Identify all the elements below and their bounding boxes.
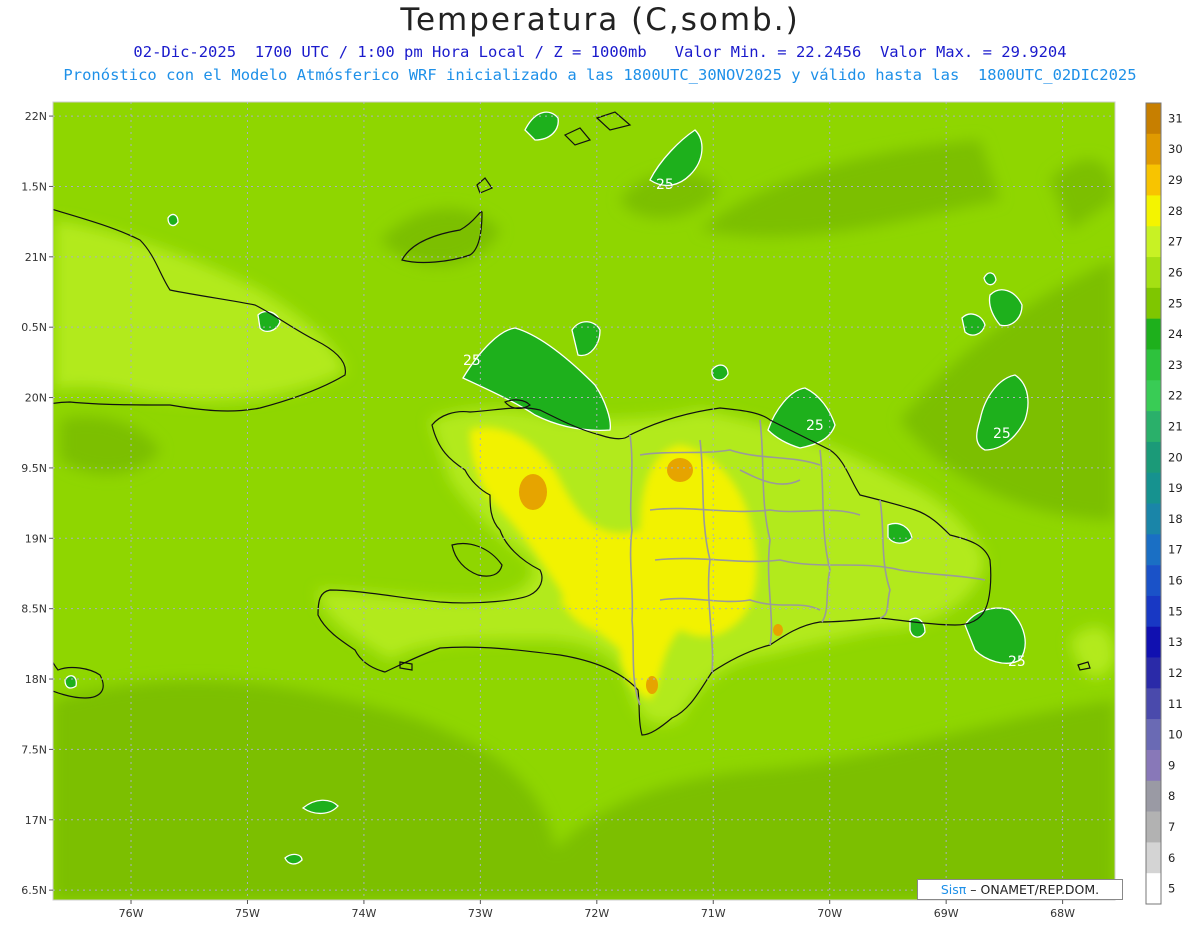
lat-tick-label: 6.5N [21,884,47,897]
colorbar-label: 18 [1168,512,1183,526]
temperature-field: 25 25 25 25 25 [53,102,1115,900]
lat-tick-label: 7.5N [21,743,47,756]
lon-tick-label: 75W [235,907,260,920]
colorbar-label: 8 [1168,789,1175,803]
colorbar-label: 13 [1168,635,1183,649]
lat-tick-label: 1.5N [21,180,47,193]
colorbar-swatch [1146,195,1161,227]
lon-tick-label: 70W [817,907,842,920]
lon-tick-label: 73W [468,907,493,920]
weather-map-figure: Temperatura (C,somb.) 02-Dic-2025 1700 U… [0,0,1200,927]
lon-tick-label: 71W [701,907,726,920]
colorbar-swatch [1146,873,1161,905]
colorbar-swatch [1146,318,1161,350]
lat-tick-label: 20N [25,392,47,405]
lon-tick-label: 69W [934,907,959,920]
colorbar-swatch [1146,226,1161,258]
lon-tick-label: 72W [584,907,609,920]
colorbar-swatch [1146,411,1161,443]
colorbar-swatch [1146,780,1161,812]
colorbar: 31 30 29 28 27 26 25 24 23 22 21 20 19 18 17 16 15 13 12 11… [1145,102,1183,905]
colorbar-label: 22 [1168,389,1183,403]
contour-label: 25 [806,418,824,434]
lat-tick-label: 8.5N [21,603,47,616]
longitude-axis: 76W 75W 74W 73W 72W 71W 70W 69W 68W [119,900,1075,920]
contour-label: 25 [1008,654,1026,670]
colorbar-swatch [1146,441,1161,473]
colorbar-swatch [1146,103,1161,135]
lat-tick-label: 21N [25,251,47,264]
colorbar-swatch [1146,503,1161,535]
lat-tick-label: 18N [25,673,47,686]
colorbar-swatch [1146,472,1161,504]
colorbar-label: 7 [1168,820,1175,834]
colorbar-label: 10 [1168,728,1183,742]
colorbar-label: 19 [1168,481,1183,495]
colorbar-label: 17 [1168,543,1183,557]
sispi-logo-text: Sisπ [940,882,967,897]
lon-tick-label: 76W [119,907,144,920]
lon-tick-label: 68W [1050,907,1075,920]
colorbar-label: 21 [1168,419,1183,433]
colorbar-swatch [1146,688,1161,720]
colorbar-swatch [1146,133,1161,165]
credit-text: – ONAMET/REP.DOM. [970,882,1100,897]
colorbar-label: 16 [1168,574,1183,588]
colorbar-swatch [1146,534,1161,566]
colorbar-label: 26 [1168,265,1183,279]
colorbar-swatch [1146,257,1161,289]
colorbar-swatch [1146,287,1161,319]
lat-tick-label: 17N [25,814,47,827]
colorbar-label: 31 [1168,111,1183,125]
colorbar-swatch [1146,657,1161,689]
colorbar-label: 11 [1168,697,1183,711]
lat-tick-label: 19N [25,532,47,545]
colorbar-swatch [1146,595,1161,628]
colorbar-label: 5 [1168,882,1175,896]
colorbar-label: 28 [1168,204,1183,218]
colorbar-label: 23 [1168,358,1183,372]
temperature-map: 25 25 25 25 25 76W 75W 74W 73W 72W 71W 70W 69W 6… [21,101,1183,920]
colorbar-swatch [1146,719,1161,751]
lat-tick-label: 0.5N [21,321,47,334]
colorbar-swatch [1146,842,1161,874]
contour-label: 25 [656,177,674,193]
lon-tick-label: 74W [351,907,376,920]
credit-box: Sisπ – ONAMET/REP.DOM. [917,879,1123,900]
colorbar-swatch [1146,565,1161,597]
colorbar-label: 25 [1168,296,1183,310]
colorbar-label: 29 [1168,173,1183,187]
colorbar-label: 20 [1168,450,1183,464]
colorbar-swatch [1146,380,1161,412]
colorbar-swatch [1146,749,1161,782]
colorbar-swatch [1146,349,1161,381]
colorbar-label: 27 [1168,235,1183,249]
lat-tick-label: 22N [25,110,47,123]
colorbar-label: 30 [1168,142,1183,156]
latitude-axis: 22N 1.5N 21N 0.5N 20N 9.5N 19N 8.5N 18N 7.5N 17N 6.… [21,110,53,897]
colorbar-label: 12 [1168,666,1183,680]
contour-label: 25 [993,426,1011,442]
colorbar-swatch [1146,811,1161,843]
colorbar-label: 6 [1168,851,1175,865]
contour-label: 25 [463,353,481,369]
colorbar-swatch [1146,626,1161,658]
lat-tick-label: 9.5N [21,462,47,475]
colorbar-label: 15 [1168,604,1183,618]
colorbar-swatch [1146,164,1161,196]
colorbar-label: 24 [1168,327,1183,341]
colorbar-label: 9 [1168,758,1175,772]
